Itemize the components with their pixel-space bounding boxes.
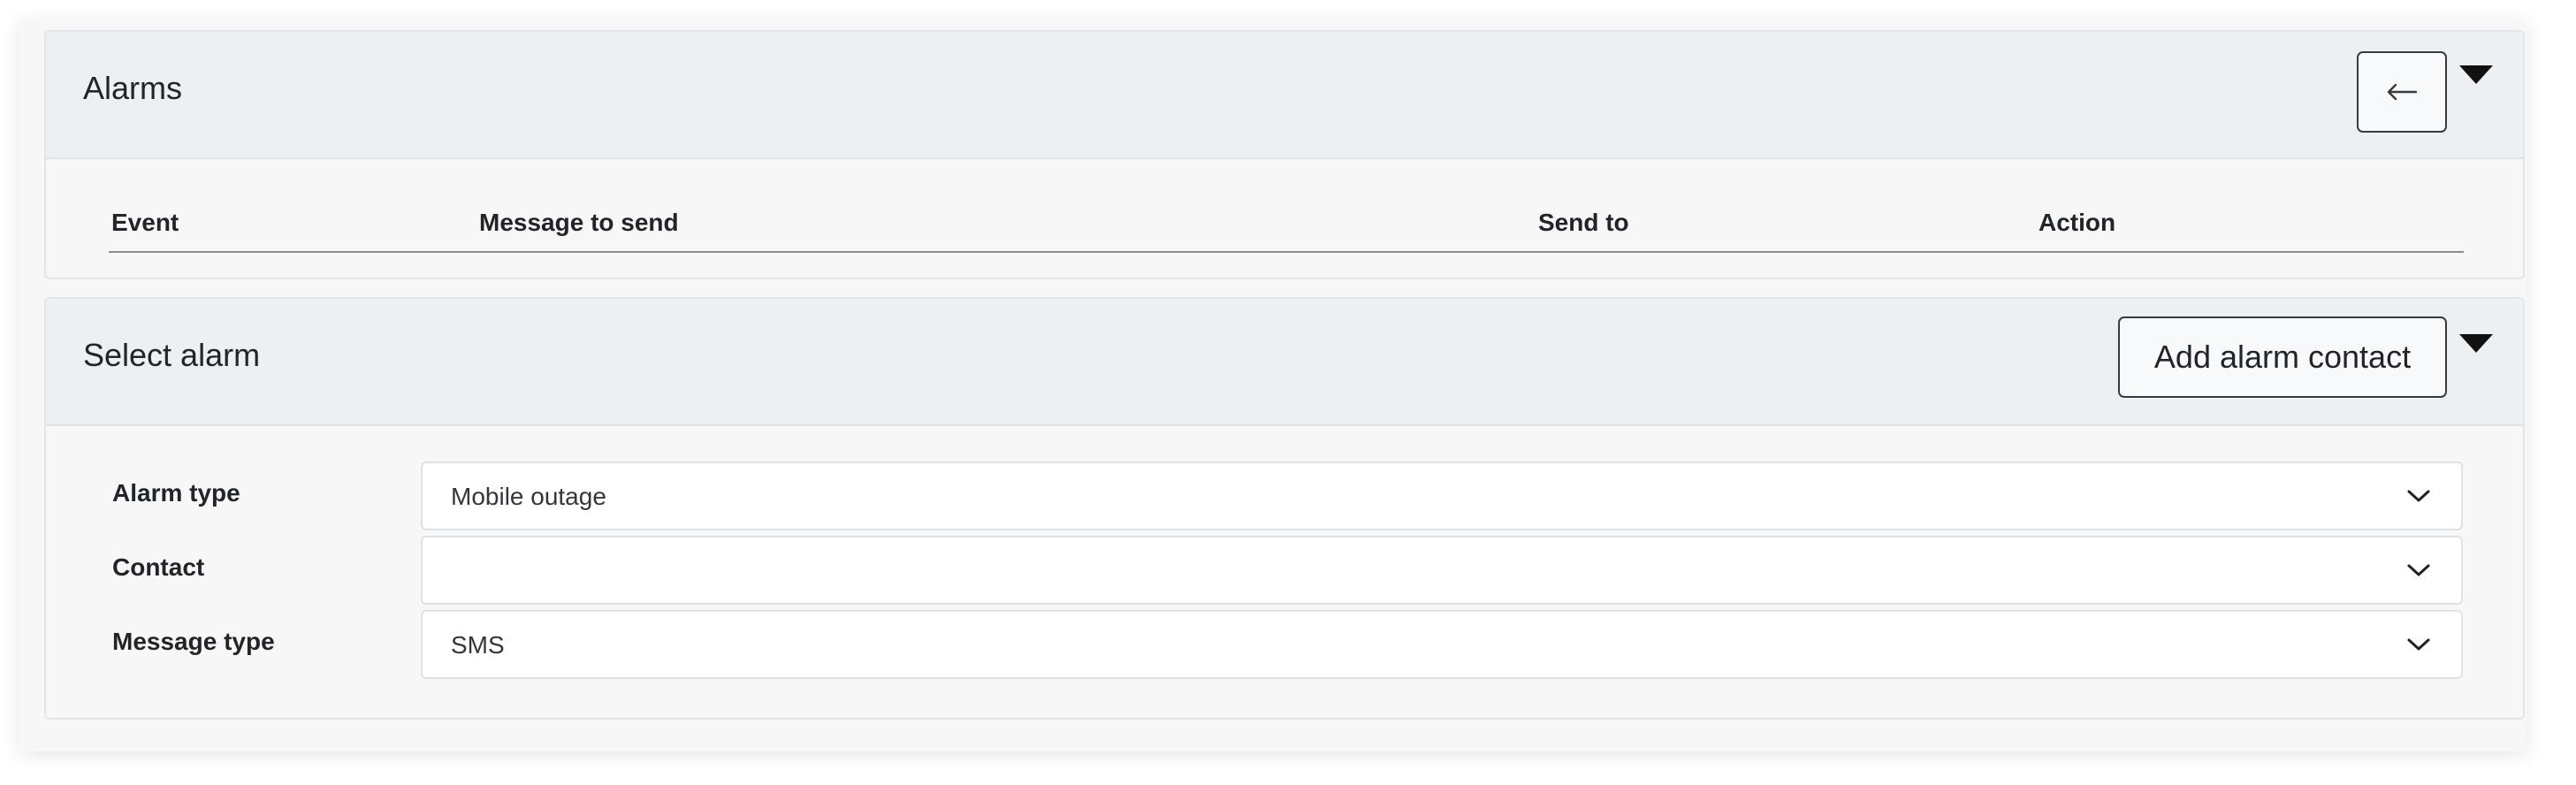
chevron-down-icon — [2407, 564, 2430, 576]
alarms-panel: Alarms Event Message to send Send to Act… — [44, 30, 2525, 279]
arrow-left-icon — [2387, 83, 2418, 101]
alarm-type-label: Alarm type — [112, 479, 240, 507]
alarms-panel-header: Alarms — [46, 32, 2523, 159]
alarm-type-select[interactable]: Mobile outage — [421, 461, 2463, 530]
contact-select[interactable] — [421, 536, 2463, 605]
page-container: Alarms Event Message to send Send to Act… — [19, 19, 2526, 751]
select-alarm-collapse-caret-icon[interactable] — [2459, 334, 2493, 353]
contact-label: Contact — [112, 553, 205, 581]
select-alarm-panel-header: Select alarm Add alarm contact — [46, 299, 2523, 426]
add-alarm-contact-button[interactable]: Add alarm contact — [2118, 316, 2447, 398]
message-type-value: SMS — [451, 631, 505, 659]
message-type-label: Message type — [112, 628, 275, 655]
column-header-event: Event — [111, 209, 179, 236]
alarms-collapse-caret-icon[interactable] — [2459, 65, 2493, 84]
chevron-down-icon — [2407, 638, 2430, 651]
alarm-type-value: Mobile outage — [451, 483, 606, 510]
column-header-send-to: Send to — [1538, 209, 1629, 236]
alarms-panel-title: Alarms — [83, 70, 183, 106]
select-alarm-panel-title: Select alarm — [83, 337, 261, 373]
back-button[interactable] — [2357, 51, 2447, 133]
table-header-divider — [109, 251, 2464, 253]
select-alarm-panel: Select alarm Add alarm contact Alarm typ… — [44, 297, 2525, 720]
column-header-action: Action — [2039, 209, 2116, 236]
add-alarm-contact-label: Add alarm contact — [2153, 339, 2412, 375]
column-header-message-to-send: Message to send — [479, 209, 679, 236]
chevron-down-icon — [2407, 490, 2430, 502]
message-type-select[interactable]: SMS — [421, 610, 2463, 679]
